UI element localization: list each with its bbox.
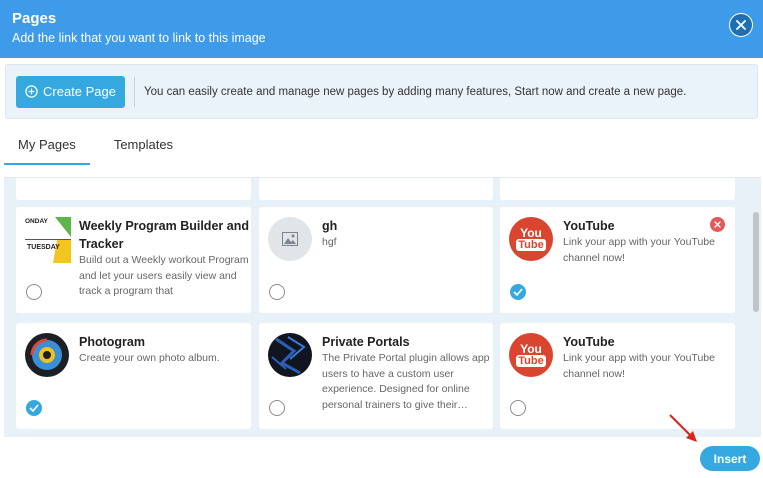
card-title: Photogram: [79, 335, 145, 349]
youtube-thumbnail: You Tube: [509, 333, 553, 377]
card-radio-checked[interactable]: [510, 284, 526, 300]
plus-circle-icon: [25, 85, 38, 98]
page-card-partial[interactable]: [16, 178, 251, 200]
insert-button[interactable]: Insert: [700, 446, 760, 471]
create-page-label: Create Page: [43, 84, 116, 99]
youtube-logo-bottom: Tube: [516, 239, 546, 251]
card-radio[interactable]: [269, 400, 285, 416]
dialog-title: Pages: [12, 10, 57, 27]
create-page-button[interactable]: Create Page: [16, 75, 125, 108]
gh-thumbnail: [268, 217, 312, 261]
youtube-logo-top: You: [520, 226, 542, 240]
photogram-thumbnail: [25, 333, 69, 377]
close-icon: [736, 20, 746, 30]
card-description: Link your app with your YouTube channel …: [563, 236, 715, 264]
card-radio[interactable]: [269, 284, 285, 300]
bar-divider: [134, 76, 135, 107]
page-card-partial[interactable]: [259, 178, 493, 200]
card-title: gh: [322, 219, 338, 233]
card-radio[interactable]: [510, 400, 526, 416]
check-icon: [29, 404, 39, 412]
close-icon: [714, 221, 721, 228]
page-card-youtube[interactable]: You Tube YouTube Link your app with your…: [500, 207, 735, 313]
scrollbar-thumb[interactable]: [753, 212, 759, 312]
page-card-gh[interactable]: gh hgf: [259, 207, 493, 313]
private-portals-thumbnail: [268, 333, 312, 377]
page-card-partial[interactable]: [500, 178, 735, 200]
youtube-thumbnail: You Tube: [509, 217, 553, 261]
tab-bar: My Pages Templates: [4, 128, 187, 165]
card-title: Weekly Program Builder and Tracker: [79, 219, 249, 251]
card-description: The Private Portal plugin allows app use…: [322, 352, 490, 411]
card-description: hgf: [322, 236, 337, 248]
create-page-info: You can easily create and manage new pag…: [144, 85, 687, 98]
youtube-logo-bottom: Tube: [516, 355, 546, 367]
portal-icon: [271, 336, 306, 375]
image-icon: [282, 232, 298, 246]
weekly-program-thumbnail: ONDAY TUESDAY: [25, 217, 71, 263]
tab-templates[interactable]: Templates: [100, 128, 187, 165]
youtube-logo-top: You: [520, 342, 542, 356]
card-title: YouTube: [563, 219, 615, 233]
pointer-arrow-icon: [669, 414, 697, 442]
card-description: Build out a Weekly workout Program and l…: [79, 254, 249, 297]
page-card-private-portals[interactable]: Private Portals The Private Portal plugi…: [259, 323, 493, 429]
thumb-day-1: ONDAY: [25, 218, 48, 225]
camera-icon: [30, 338, 62, 370]
dialog-subtitle: Add the link that you want to link to th…: [12, 31, 266, 45]
remove-button[interactable]: [710, 217, 725, 232]
card-radio-checked[interactable]: [26, 400, 42, 416]
page-card-photogram[interactable]: Photogram Create your own photo album.: [16, 323, 251, 429]
create-page-bar: Create Page You can easily create and ma…: [5, 64, 758, 119]
card-description: Link your app with your YouTube channel …: [563, 352, 715, 380]
card-title: Private Portals: [322, 335, 410, 349]
close-button[interactable]: [729, 13, 753, 37]
page-card-weekly-program[interactable]: ONDAY TUESDAY Weekly Program Builder and…: [16, 207, 251, 313]
check-icon: [513, 288, 523, 296]
thumb-day-2: TUESDAY: [27, 244, 60, 251]
tab-my-pages[interactable]: My Pages: [4, 128, 90, 165]
card-title: YouTube: [563, 335, 615, 349]
card-description: Create your own photo album.: [79, 352, 220, 364]
dialog-header: Pages Add the link that you want to link…: [0, 0, 763, 58]
pages-grid: ONDAY TUESDAY Weekly Program Builder and…: [4, 177, 761, 437]
card-radio[interactable]: [26, 284, 42, 300]
